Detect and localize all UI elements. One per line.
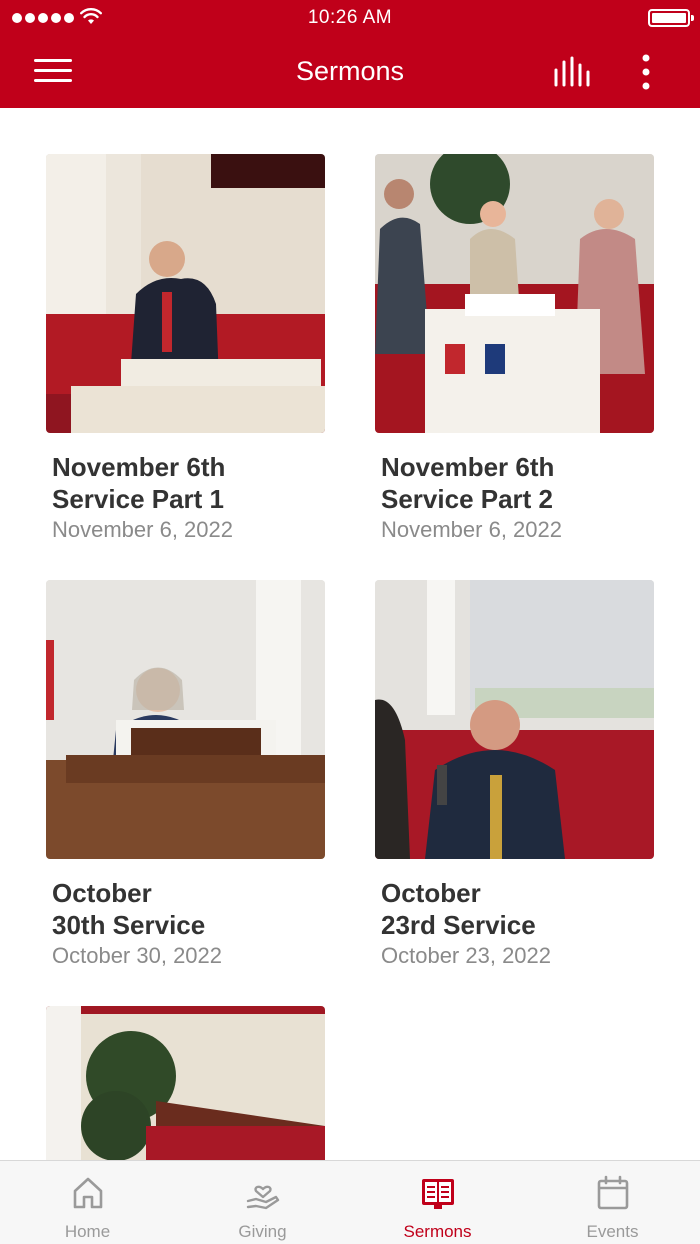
more-options-icon[interactable] (636, 54, 656, 90)
sermon-card[interactable]: October 23rd Service October 23, 2022 (375, 580, 655, 971)
tab-label: Sermons (403, 1222, 472, 1241)
sermon-thumbnail (46, 1006, 325, 1160)
home-icon (73, 1177, 102, 1209)
sermon-card[interactable]: November 6th Service Part 1 November 6, … (46, 154, 326, 545)
sermon-card[interactable] (46, 1006, 326, 1160)
tab-events[interactable]: Events (525, 1161, 700, 1244)
sermon-card[interactable]: October 30th Service October 30, 2022 (46, 580, 326, 971)
sermon-thumbnail (375, 154, 654, 433)
sermon-title-line: Service Part 2 (381, 484, 554, 514)
tab-label: Home (64, 1222, 111, 1241)
sermons-book-icon (421, 1179, 454, 1209)
sermon-title-line: November 6th (52, 452, 226, 482)
battery-icon (648, 9, 694, 27)
sermon-title: November 6th Service Part 2 (375, 451, 655, 515)
sermon-title-line: Service Part 1 (52, 484, 225, 514)
sermon-date: October 30, 2022 (52, 943, 223, 968)
sermon-title: October 23rd Service (375, 877, 655, 941)
sermon-date: November 6, 2022 (381, 517, 562, 542)
sermon-title-line: October (381, 878, 481, 908)
sermon-title: November 6th Service Part 1 (46, 451, 326, 515)
audio-levels-icon[interactable] (552, 56, 592, 88)
tab-label: Giving (238, 1222, 287, 1241)
sermon-title-line: 30th Service (52, 910, 206, 940)
tab-bar: Home Giving Sermons Events (0, 1160, 700, 1244)
sermon-date: November 6, 2022 (52, 517, 233, 542)
status-time: 10:26 AM (307, 7, 393, 28)
sermon-title-line: November 6th (381, 452, 555, 482)
giving-icon (246, 1185, 279, 1210)
sermon-thumbnail (46, 580, 325, 859)
sermon-title: October 30th Service (46, 877, 326, 941)
tab-giving[interactable]: Giving (175, 1161, 350, 1244)
tab-sermons[interactable]: Sermons (350, 1161, 525, 1244)
app-header: 10:26 AM Sermons (0, 0, 700, 108)
tab-label: Events (586, 1222, 639, 1241)
sermon-date: October 23, 2022 (381, 943, 552, 968)
sermon-grid: November 6th Service Part 1 November 6, … (0, 108, 700, 1160)
sermon-title-line: October (52, 878, 152, 908)
sermon-thumbnail (375, 580, 654, 859)
calendar-icon (597, 1175, 628, 1210)
page-title: Sermons (295, 56, 405, 86)
sermon-title-line: 23rd Service (381, 910, 536, 940)
sermon-card[interactable]: November 6th Service Part 2 November 6, … (375, 154, 655, 545)
sermon-thumbnail (46, 154, 325, 433)
tab-home[interactable]: Home (0, 1161, 175, 1244)
status-bar: 10:26 AM (0, 0, 700, 36)
